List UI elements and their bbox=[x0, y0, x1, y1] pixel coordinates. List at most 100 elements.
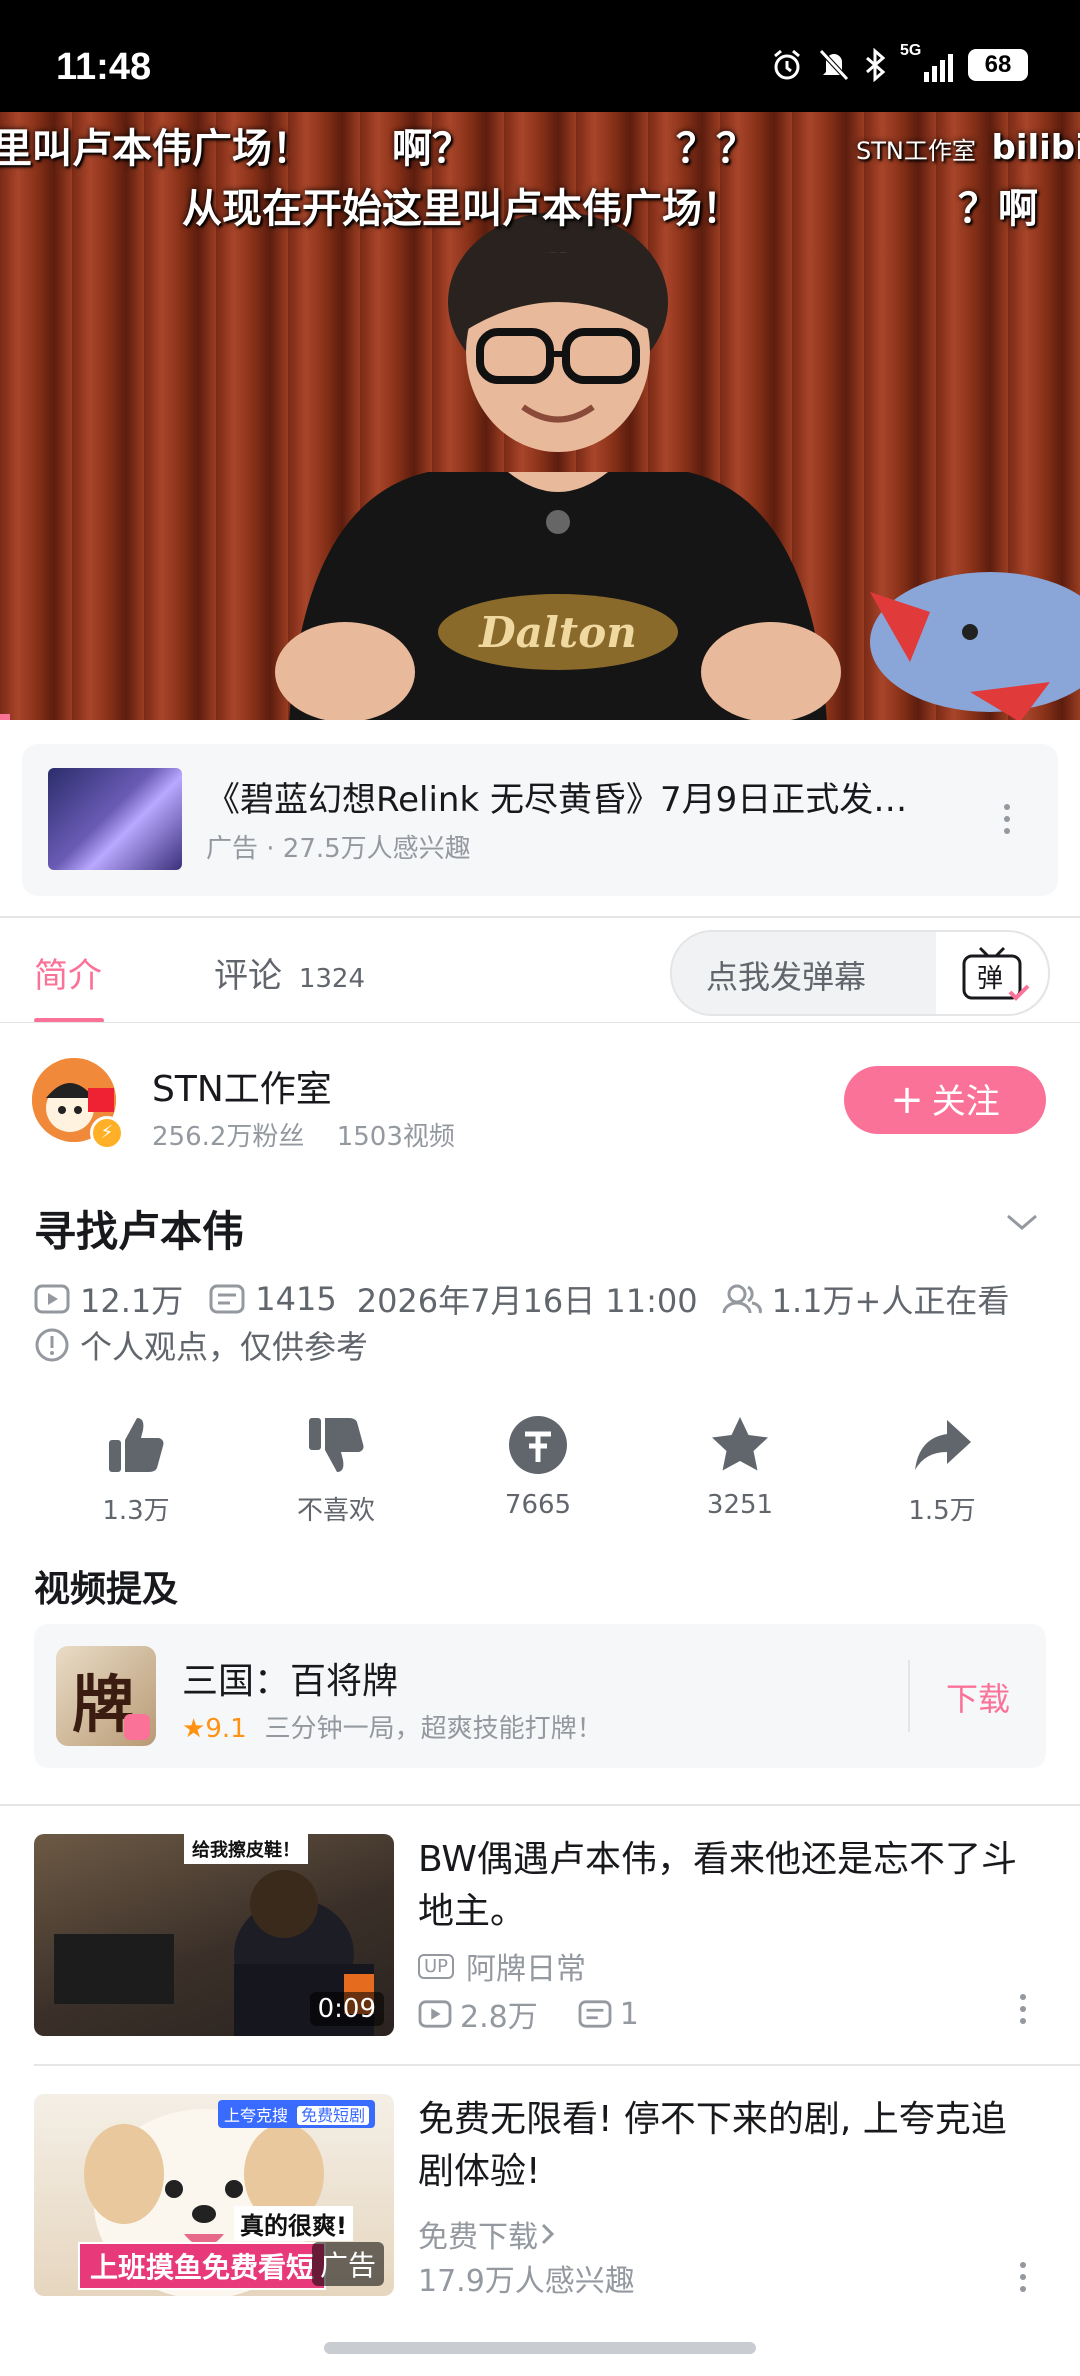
play-count-icon bbox=[34, 1284, 70, 1314]
download-link-text: 免费下载 bbox=[418, 2220, 538, 2255]
view-count: 12.1万 bbox=[80, 1282, 184, 1320]
feed-more-icon[interactable] bbox=[1020, 1994, 1026, 2030]
game-description: 三分钟一局，超爽技能打牌！ bbox=[264, 1714, 603, 1744]
follow-button[interactable]: + 关注 bbox=[844, 1066, 1046, 1134]
more-options-icon[interactable] bbox=[1004, 804, 1010, 840]
download-button[interactable]: 下载 bbox=[946, 1674, 1010, 1720]
danmaku-placeholder: 点我发弹幕 bbox=[706, 958, 867, 996]
video-frame-person: Dalton bbox=[275, 212, 841, 720]
video-progress bbox=[0, 714, 10, 720]
danmaku-count-icon bbox=[209, 1284, 245, 1314]
dislike-button[interactable]: 不喜欢 bbox=[266, 1414, 406, 1527]
thumb-banner: 上班摸鱼免费看短 bbox=[78, 2242, 327, 2290]
favorite-button[interactable]: 3251 bbox=[670, 1414, 810, 1520]
watching-icon bbox=[722, 1284, 762, 1314]
favorite-count: 3251 bbox=[706, 1490, 774, 1520]
section-divider bbox=[0, 916, 1080, 918]
uploader-stats: 256.2万粉丝 1503视频 bbox=[152, 1116, 455, 1153]
subtitle-top-left: 里叫卢本伟广场！ bbox=[0, 126, 312, 172]
home-indicator[interactable] bbox=[324, 2342, 756, 2354]
tab-comments-count: 1324 bbox=[298, 964, 365, 994]
danmaku-input[interactable]: 点我发弹幕 弹 bbox=[670, 930, 1050, 1016]
danmaku-toggle-button[interactable]: 弹 bbox=[936, 932, 1048, 1014]
mentions-heading: 视频提及 bbox=[34, 1569, 179, 1610]
coin-count: 7665 bbox=[504, 1490, 572, 1520]
coin-button[interactable]: 7665 bbox=[468, 1414, 608, 1520]
disclaimer-text: 个人观点，仅供参考 bbox=[80, 1328, 369, 1366]
network-type: 5G bbox=[900, 42, 922, 59]
status-time: 11:48 bbox=[56, 46, 152, 88]
video-player[interactable]: Dalton 里叫卢本伟广场！ 啊？ ？？ 从现在开始这里叫卢本伟广场！ ？啊 … bbox=[0, 112, 1080, 720]
like-count: 1.3万 bbox=[102, 1496, 170, 1526]
danmaku-tv-icon: 弹 bbox=[962, 946, 1030, 1001]
tab-comments[interactable]: 评论 1324 bbox=[214, 948, 365, 997]
ad-meta: 广告 · 27.5万人感兴趣 bbox=[206, 834, 471, 864]
ad-card[interactable]: 《碧蓝幻想Relink 无尽黄昏》7月9日正式发… 广告 · 27.5万人感兴趣 bbox=[22, 744, 1058, 896]
feed-stats-row: 2.8万 1 bbox=[418, 1992, 639, 2036]
like-button[interactable]: 1.3万 bbox=[66, 1414, 206, 1527]
subtitle-right: ？啊 bbox=[958, 186, 1038, 232]
tab-comments-label: 评论 bbox=[214, 956, 282, 996]
shirt-text: Dalton bbox=[478, 608, 637, 657]
play-count-icon bbox=[418, 2000, 452, 2028]
feed-thumbnail[interactable]: 给我擦皮鞋！ 0:09 bbox=[34, 1834, 394, 2036]
feed-interest: 17.9万人感兴趣 bbox=[418, 2264, 635, 2299]
thumbs-down-icon bbox=[309, 1418, 364, 1472]
subtitle-main: 从现在开始这里叫卢本伟广场！ bbox=[182, 186, 742, 232]
feed-ad-thumbnail[interactable]: 上夸克搜 免费短剧 真的很爽! 上班摸鱼免费看短 广告 bbox=[34, 2094, 394, 2296]
feed-comments: 1 bbox=[619, 1996, 639, 2032]
plus-icon: + bbox=[890, 1077, 924, 1123]
danmaku-button-label: 弹 bbox=[977, 964, 1003, 994]
info-circle-icon bbox=[35, 1328, 69, 1362]
disclaimer-row: 个人观点，仅供参考 bbox=[34, 1322, 368, 1368]
video-title: 寻找卢本伟 bbox=[34, 1207, 245, 1256]
alarm-icon bbox=[774, 49, 800, 80]
game-rating: 9.1 bbox=[205, 1714, 247, 1744]
feed-item-divider bbox=[34, 2064, 1080, 2066]
tab-intro[interactable]: 简介 bbox=[34, 948, 102, 997]
comment-count-icon bbox=[578, 2000, 612, 2028]
feed-more-icon[interactable] bbox=[1020, 2262, 1026, 2298]
subtitle-top-mid: 啊？ bbox=[392, 126, 472, 172]
thumb-brand-tag: 免费短剧 bbox=[297, 2106, 370, 2125]
share-button[interactable]: 1.5万 bbox=[872, 1414, 1012, 1527]
feed-views: 2.8万 bbox=[460, 2000, 538, 2035]
danmaku-count: 1415 bbox=[255, 1280, 337, 1318]
video-duration: 0:09 bbox=[309, 1992, 384, 2026]
follow-label: 关注 bbox=[931, 1082, 1000, 1122]
battery-indicator: 68 bbox=[968, 49, 1028, 81]
up-tag-icon: UP bbox=[418, 1953, 455, 1979]
share-arrow-icon bbox=[915, 1420, 971, 1470]
uploader-name[interactable]: STN工作室 bbox=[152, 1060, 332, 1112]
bilibili-logo: bilibili bbox=[991, 128, 1080, 168]
watching-count: 1.1万+人正在看 bbox=[771, 1282, 1010, 1320]
ad-title: 《碧蓝幻想Relink 无尽黄昏》7月9日正式发… bbox=[206, 780, 908, 820]
subtitle-top-q: ？？ bbox=[676, 126, 756, 172]
uploader-videos: 1503视频 bbox=[336, 1122, 455, 1152]
mentioned-game-card[interactable]: 牌 三国：百将牌 ★9.1 三分钟一局，超爽技能打牌！ 下载 bbox=[34, 1624, 1046, 1768]
thumb-caption: 真的很爽! bbox=[234, 2206, 353, 2241]
feed-author-row[interactable]: UP 阿牌日常 bbox=[418, 1944, 586, 1988]
thumbs-up-icon bbox=[109, 1418, 164, 1472]
rating-star-icon: ★ bbox=[182, 1714, 206, 1744]
ad-thumbnail bbox=[48, 768, 182, 870]
chevron-down-icon[interactable] bbox=[1004, 1210, 1040, 1234]
coin-icon bbox=[509, 1416, 567, 1474]
bluetooth-icon bbox=[866, 48, 886, 82]
thumb-brand-text: 上夸克搜 bbox=[224, 2106, 289, 2125]
feed-download-link[interactable]: 免费下载 bbox=[418, 2212, 558, 2256]
star-icon bbox=[712, 1417, 768, 1471]
verified-badge-icon: ⚡ bbox=[90, 1116, 124, 1150]
feed-ad-title[interactable]: 免费无限看! 停不下来的剧, 上夸克追剧体验! bbox=[418, 2094, 1038, 2198]
watermark-text: STN工作室 bbox=[856, 137, 976, 165]
feed-divider bbox=[0, 1804, 1080, 1806]
dislike-label: 不喜欢 bbox=[296, 1496, 375, 1526]
feed-author: 阿牌日常 bbox=[466, 1952, 587, 1987]
uploader-fans: 256.2万粉丝 bbox=[152, 1122, 305, 1152]
status-bar: 11:48 5G 68 bbox=[0, 0, 1080, 112]
game-meta: ★9.1 三分钟一局，超爽技能打牌！ bbox=[182, 1708, 603, 1745]
feed-title[interactable]: BW偶遇卢本伟，看来他还是忘不了斗地主。 bbox=[418, 1834, 1038, 1938]
tabs-divider bbox=[0, 1022, 1080, 1023]
thumb-brand: 上夸克搜 免费短剧 bbox=[218, 2100, 376, 2128]
ad-tag: 广告 bbox=[311, 2242, 384, 2286]
